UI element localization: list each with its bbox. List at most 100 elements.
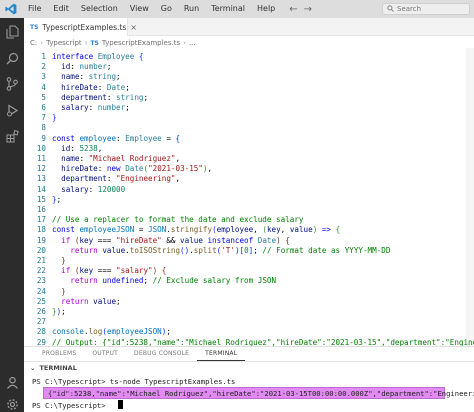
code-token: "Michael Rodriguez" xyxy=(88,154,176,163)
code-line[interactable]: 29 // Output: {"id":5238,"name":"Michael … xyxy=(24,337,474,346)
code-text: name: "Michael Rodriguez", xyxy=(52,154,180,163)
vscode-logo-icon xyxy=(0,0,22,18)
breadcrumb-file[interactable]: TypescriptExamples.ts xyxy=(102,39,180,47)
explorer-icon[interactable] xyxy=(4,24,20,40)
code-token: if xyxy=(61,235,75,245)
code-text: const employee: Employee = { xyxy=(52,134,180,143)
tab-debug-console[interactable]: DEBUG CONSOLE xyxy=(126,347,197,361)
code-text: return value.toISOString().split('T')[0]… xyxy=(52,246,390,255)
back-arrow-icon[interactable]: ← xyxy=(289,4,297,15)
code-token: , xyxy=(253,225,263,235)
code-token: return xyxy=(70,276,103,286)
code-token: , xyxy=(207,164,213,174)
code-token: number xyxy=(79,62,107,72)
code-token: // Format date as YYYY-MM-DD xyxy=(262,245,391,255)
line-number: 26 xyxy=(36,307,46,316)
breadcrumb-drive[interactable]: C: xyxy=(30,39,37,47)
code-token: : xyxy=(97,164,107,174)
breadcrumb-folder[interactable]: Typescript xyxy=(46,39,82,47)
code-token: === xyxy=(93,266,117,276)
activity-bar xyxy=(0,18,24,412)
code-token: : xyxy=(106,174,117,184)
line-number: 9 xyxy=(41,133,46,143)
code-token: interface xyxy=(52,52,98,61)
manage-gear-icon[interactable] xyxy=(4,396,20,412)
typescript-file-icon: TS xyxy=(90,39,99,47)
source-control-icon[interactable] xyxy=(4,76,20,92)
code-token: 'T' xyxy=(221,245,235,255)
account-icon[interactable] xyxy=(4,374,20,390)
code-token: return xyxy=(70,245,103,255)
line-number: 2 xyxy=(41,62,46,72)
code-text: salary: number; xyxy=(52,103,130,112)
code-text: } xyxy=(52,287,66,296)
line-number: 27 xyxy=(36,317,46,327)
extensions-icon[interactable] xyxy=(4,128,20,144)
code-token: key xyxy=(266,225,281,235)
terminal-command-line: PS C:\Typescript> ts-node TypescriptExam… xyxy=(32,377,236,386)
code-text: const employeeJSON = JSON.stringify(empl… xyxy=(52,225,340,234)
line-number: 7 xyxy=(41,113,46,123)
run-debug-icon[interactable] xyxy=(4,102,20,118)
code-token: stringify xyxy=(170,225,213,235)
code-token: { xyxy=(138,52,144,61)
tab-typescriptexamples[interactable]: TS TypescriptExamples.ts × xyxy=(24,18,137,36)
menu-edit[interactable]: Edit xyxy=(47,0,75,18)
command-center-search[interactable]: Search xyxy=(382,3,470,15)
line-number: 21 xyxy=(36,256,46,265)
tab-terminal[interactable]: TERMINAL xyxy=(197,347,246,361)
line-number: 8 xyxy=(41,123,46,133)
close-icon[interactable]: × xyxy=(130,23,137,32)
code-token: if xyxy=(61,266,75,276)
editor-tab-bar: TS TypescriptExamples.ts × xyxy=(24,18,474,36)
code-token: "hireDate" xyxy=(116,235,162,245)
code-text: }); xyxy=(52,307,66,316)
code-text: hireDate: Date; xyxy=(52,83,130,92)
menu-go[interactable]: Go xyxy=(155,0,178,18)
terminal-section-header[interactable]: ⌄ TERMINAL xyxy=(24,361,474,373)
code-text: if (key === "hireDate" && value instance… xyxy=(52,236,290,245)
code-token: 5238 xyxy=(79,143,98,153)
code-text: } xyxy=(52,113,57,122)
code-text: // Use a replacer to format the date and… xyxy=(52,215,303,224)
menu-file[interactable]: File xyxy=(22,0,47,18)
line-number: 24 xyxy=(36,286,46,296)
search-view-icon[interactable] xyxy=(4,50,20,66)
line-number: 3 xyxy=(41,72,46,82)
line-number: 19 xyxy=(36,235,46,245)
code-token: id xyxy=(61,62,71,72)
code-token: key xyxy=(79,235,94,245)
code-token: undefined xyxy=(102,276,144,286)
code-text: console.log(employeeJSON); xyxy=(52,327,171,336)
menu-terminal[interactable]: Terminal xyxy=(205,0,251,18)
menu-run[interactable]: Run xyxy=(178,0,205,18)
breadcrumb-symbol[interactable]: ... xyxy=(189,39,196,47)
tab-problems[interactable]: PROBLEMS xyxy=(34,347,84,361)
forward-arrow-icon[interactable]: → xyxy=(304,4,312,15)
code-token: department xyxy=(61,174,107,184)
code-token: employeeJSON xyxy=(106,327,162,337)
code-token: ; xyxy=(125,82,130,92)
menu-help[interactable]: Help xyxy=(251,0,281,18)
tab-output[interactable]: OUTPUT xyxy=(84,347,126,361)
code-token: string xyxy=(88,72,117,82)
code-text: id: 5238, xyxy=(52,144,102,153)
code-token: : xyxy=(88,103,98,112)
nav-arrows: ← → xyxy=(289,4,312,15)
code-token: hireDate xyxy=(61,164,98,174)
code-token: && xyxy=(161,235,181,245)
code-editor[interactable]: 1 interface Employee {2 id: number; 3 name… xyxy=(24,48,474,346)
menu-view[interactable]: View xyxy=(124,0,155,18)
code-text: interface Employee { xyxy=(52,52,143,61)
chevron-right-icon: › xyxy=(40,39,44,47)
code-token: employee xyxy=(79,133,117,143)
line-number: 25 xyxy=(36,296,46,306)
menu-selection[interactable]: Selection xyxy=(75,0,124,18)
code-token: name xyxy=(61,154,80,163)
line-number: 20 xyxy=(36,245,46,255)
line-number: 18 xyxy=(36,225,46,235)
